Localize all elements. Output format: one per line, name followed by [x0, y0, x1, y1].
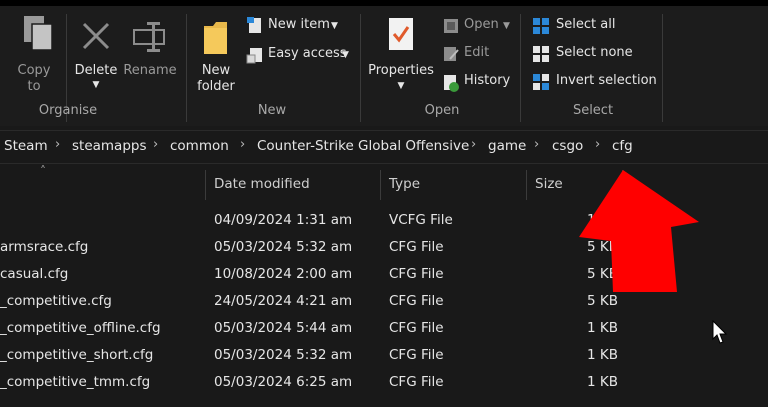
invert-selection-label: Invert selection: [556, 73, 657, 88]
file-date: 05/03/2024 6:25 am: [214, 374, 353, 390]
easy-access-label: Easy access: [268, 46, 347, 61]
chevron-down-icon: ▼: [331, 21, 338, 31]
file-date: 05/03/2024 5:44 am: [214, 320, 353, 336]
copy-to-label-1: Copy: [17, 63, 51, 78]
file-type: CFG File: [389, 347, 444, 363]
file-name: armsrace.cfg: [0, 239, 89, 255]
select-none-icon: [533, 46, 549, 62]
breadcrumb-item[interactable]: Steam: [4, 138, 48, 154]
divider: [186, 14, 187, 122]
history-icon: [444, 75, 459, 92]
breadcrumb-separator-icon[interactable]: ›: [534, 137, 539, 152]
rename-icon: [133, 22, 165, 52]
file-date: 24/05/2024 4:21 am: [214, 293, 353, 309]
file-date: 10/08/2024 2:00 am: [214, 266, 353, 282]
mouse-cursor-icon: [712, 320, 728, 344]
select-all-label: Select all: [556, 17, 616, 32]
edit-label: Edit: [464, 45, 490, 60]
select-all-icon: [533, 18, 549, 34]
file-type: CFG File: [389, 239, 444, 255]
file-row[interactable]: _competitive_tmm.cfg 05/03/2024 6:25 am …: [0, 370, 768, 397]
file-row[interactable]: _competitive_short.cfg 05/03/2024 5:32 a…: [0, 343, 768, 370]
chevron-down-icon: ▼: [92, 80, 100, 90]
file-name: casual.cfg: [0, 266, 69, 282]
red-arrow-annotation: [579, 170, 699, 292]
file-name: _competitive.cfg: [0, 293, 112, 309]
open-label: Open: [464, 17, 499, 32]
rename-label: Rename: [123, 63, 177, 78]
delete-icon: [82, 22, 110, 50]
new-folder-label-2: folder: [197, 79, 235, 94]
breadcrumb-separator-icon[interactable]: ›: [471, 137, 476, 152]
file-type: CFG File: [389, 374, 444, 390]
properties-icon: [389, 18, 413, 50]
breadcrumb-separator-icon[interactable]: ›: [595, 137, 600, 152]
new-folder-label-1: New: [201, 63, 231, 78]
chevron-down-icon: ▼: [503, 21, 510, 31]
group-label-select: Select: [572, 103, 614, 118]
ribbon: Copy to Delete ▼ Rename Organise New fol…: [0, 6, 768, 126]
file-type: VCFG File: [389, 212, 453, 228]
group-label-new: New: [257, 103, 287, 118]
folder-icon: [204, 22, 227, 54]
breadcrumb-item[interactable]: csgo: [552, 138, 583, 154]
file-size: 1 KB: [587, 320, 618, 336]
file-size: 1 KB: [587, 374, 618, 390]
chevron-down-icon: ▼: [342, 50, 349, 60]
file-name: _competitive_short.cfg: [0, 347, 154, 363]
column-header-size[interactable]: Size: [535, 176, 563, 192]
breadcrumb-item[interactable]: common: [170, 138, 229, 154]
sort-up-icon[interactable]: ˄: [40, 164, 46, 178]
select-none-label: Select none: [556, 45, 633, 60]
divider: [662, 14, 663, 122]
address-bar[interactable]: Steam › steamapps › common › Counter-Str…: [0, 130, 768, 164]
breadcrumb-item[interactable]: game: [488, 138, 526, 154]
column-divider[interactable]: [526, 170, 527, 200]
properties-label: Properties: [368, 63, 434, 78]
invert-selection-icon: [533, 74, 549, 90]
breadcrumb-item[interactable]: Counter-Strike Global Offensive: [257, 138, 469, 154]
chevron-down-icon: ▼: [397, 81, 405, 91]
copy-to-icon: [24, 16, 53, 51]
breadcrumb-separator-icon[interactable]: ›: [153, 137, 158, 152]
file-type: CFG File: [389, 293, 444, 309]
file-name: _competitive_tmm.cfg: [0, 374, 151, 390]
file-name: _competitive_offline.cfg: [0, 320, 161, 336]
breadcrumb-item-current[interactable]: cfg: [612, 138, 633, 154]
group-label-open: Open: [424, 103, 460, 118]
file-date: 05/03/2024 5:32 am: [214, 239, 353, 255]
edit-icon: [444, 47, 459, 61]
file-type: CFG File: [389, 266, 444, 282]
file-date: 04/09/2024 1:31 am: [214, 212, 353, 228]
copy-to-label-2: to: [27, 79, 41, 94]
new-item-icon: [247, 17, 261, 33]
breadcrumb-item[interactable]: steamapps: [72, 138, 147, 154]
divider: [520, 14, 521, 122]
new-item-label: New item: [268, 17, 330, 32]
column-divider[interactable]: [380, 170, 381, 200]
file-type: CFG File: [389, 320, 444, 336]
open-icon: [444, 19, 458, 33]
easy-access-icon: [246, 48, 262, 64]
file-date: 05/03/2024 5:32 am: [214, 347, 353, 363]
file-size: 1 KB: [587, 347, 618, 363]
column-divider[interactable]: [205, 170, 206, 200]
file-row[interactable]: _competitive_offline.cfg 05/03/2024 5:44…: [0, 316, 768, 343]
history-label: History: [464, 73, 511, 88]
divider: [360, 14, 361, 122]
breadcrumb-separator-icon[interactable]: ›: [240, 137, 245, 152]
breadcrumb-separator-icon[interactable]: ›: [55, 137, 60, 152]
column-header-type[interactable]: Type: [389, 176, 420, 192]
column-header-date-modified[interactable]: Date modified: [214, 176, 310, 192]
group-label-organise: Organise: [38, 103, 98, 118]
